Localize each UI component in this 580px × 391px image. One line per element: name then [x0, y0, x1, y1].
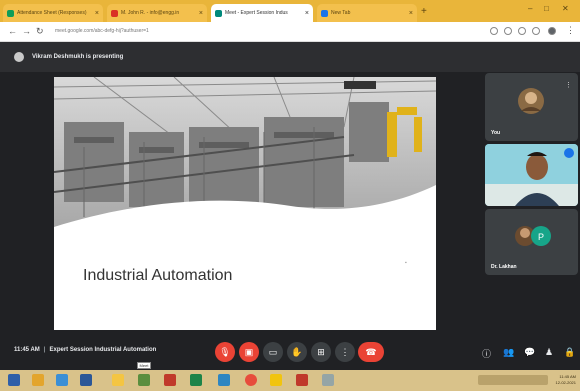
taskbar-tooltip: Meet: [137, 362, 151, 369]
tab-mail[interactable]: M. John R. - info@engg.in ×: [107, 4, 207, 22]
windows-taskbar: 11:45 AM 12-02-2021: [0, 370, 580, 391]
start-icon[interactable]: [8, 374, 20, 386]
hangup-icon[interactable]: ☎: [358, 342, 384, 362]
word-icon[interactable]: [80, 374, 92, 386]
screen: Attendance Sheet (Responses) × M. John R…: [0, 0, 580, 391]
excel-icon[interactable]: [190, 374, 202, 386]
menu-icon[interactable]: ⋮: [566, 25, 575, 36]
camera-off-icon[interactable]: ▣: [239, 342, 259, 362]
meeting-time: 11:45 AM: [14, 347, 40, 353]
close-icon[interactable]: ×: [95, 10, 99, 17]
chat-icon[interactable]: 💬: [524, 347, 535, 358]
tab-meet[interactable]: Meet - Expert Session Indus ×: [211, 4, 313, 22]
slide-title: Industrial Automation: [83, 267, 233, 284]
edge-icon[interactable]: [56, 374, 68, 386]
notes-icon[interactable]: [270, 374, 282, 386]
participant-tile-lakhan[interactable]: P Dr. Lakhan: [485, 209, 578, 275]
info-icon[interactable]: ⓘ: [482, 347, 491, 360]
extension-icon[interactable]: [532, 27, 540, 35]
clock-date: 12-02-2021: [555, 380, 576, 385]
browser-toolbar: ← → ↻ meet.google.com/abc-defg-hij?authu…: [0, 22, 580, 42]
app-icon[interactable]: [138, 374, 150, 386]
tab-new-tab[interactable]: New Tab ×: [317, 4, 417, 22]
presenter-avatar: [14, 52, 24, 62]
main-stage: Industrial Automation ▪: [0, 72, 485, 334]
factory-photo: [54, 77, 436, 330]
meet-icon: [215, 9, 222, 17]
new-tab-button[interactable]: +: [421, 6, 427, 17]
activities-icon[interactable]: ♟: [545, 347, 553, 358]
camera-permission-icon[interactable]: [490, 27, 498, 35]
presentation-slide[interactable]: Industrial Automation ▪: [54, 77, 436, 330]
svg-text:P: P: [538, 232, 544, 242]
chrome-icon[interactable]: [245, 374, 257, 386]
clock-time: 11:45 AM: [559, 374, 576, 379]
maximize-icon[interactable]: □: [544, 4, 549, 13]
meeting-name: Expert Session Industrial Automation: [49, 347, 157, 353]
people-icon[interactable]: 👥: [503, 347, 514, 358]
minimize-icon[interactable]: –: [528, 4, 532, 13]
meet-control-bar: 11:45 AM | Expert Session Industrial Autom…: [0, 334, 580, 370]
more-options-icon[interactable]: ⋮: [565, 81, 572, 89]
app-icon[interactable]: [218, 374, 230, 386]
clock[interactable]: 11:45 AM 12-02-2021: [550, 374, 576, 386]
close-window-icon[interactable]: ✕: [562, 4, 569, 13]
reload-icon[interactable]: ↻: [36, 26, 44, 37]
captions-icon[interactable]: ▭: [263, 342, 283, 362]
separator: |: [43, 347, 46, 353]
slide-mark: ▪: [405, 260, 407, 266]
participant-tile-video[interactable]: [485, 144, 578, 206]
present-icon[interactable]: ⊞: [311, 342, 331, 362]
mail-icon: [111, 9, 118, 17]
participant-name: You: [491, 130, 501, 136]
acrobat-icon[interactable]: [296, 374, 308, 386]
profile-avatar-icon[interactable]: [548, 27, 556, 35]
bookmark-icon[interactable]: [504, 27, 512, 35]
presenting-banner: Vikram Deshmukh is presenting: [0, 42, 580, 72]
extension-icon[interactable]: [518, 27, 526, 35]
speaking-indicator-icon: [564, 148, 574, 158]
lock-icon[interactable]: 🔒: [564, 347, 575, 358]
system-tray[interactable]: [478, 375, 548, 385]
app-icon[interactable]: [322, 374, 334, 386]
address-bar[interactable]: meet.google.com/abc-defg-hij?authuser=1: [55, 28, 149, 34]
close-icon[interactable]: ×: [409, 10, 413, 17]
close-icon[interactable]: ×: [305, 10, 309, 17]
hand-icon[interactable]: ✋: [287, 342, 307, 362]
folder-icon[interactable]: [112, 374, 124, 386]
meeting-info: 11:45 AM | Expert Session Industrial Autom…: [14, 347, 156, 353]
explorer-icon[interactable]: [32, 374, 44, 386]
sheets-icon: [7, 9, 14, 17]
participant-tile-you[interactable]: ⋮ You: [485, 73, 578, 141]
close-icon[interactable]: ×: [199, 10, 203, 17]
microphone-off-icon[interactable]: 🎙: [215, 342, 235, 362]
presenting-text: Vikram Deshmukh is presenting: [32, 54, 124, 60]
tab-attendance-sheet[interactable]: Attendance Sheet (Responses) ×: [3, 4, 103, 22]
browser-tab-strip: Attendance Sheet (Responses) × M. John R…: [0, 0, 580, 22]
more-icon[interactable]: ⋮: [335, 342, 355, 362]
participant-name: Dr. Lakhan: [491, 264, 517, 270]
new-tab-icon: [321, 9, 328, 17]
back-icon[interactable]: ←: [8, 26, 17, 36]
app-icon[interactable]: [164, 374, 176, 386]
forward-icon[interactable]: →: [22, 26, 31, 36]
